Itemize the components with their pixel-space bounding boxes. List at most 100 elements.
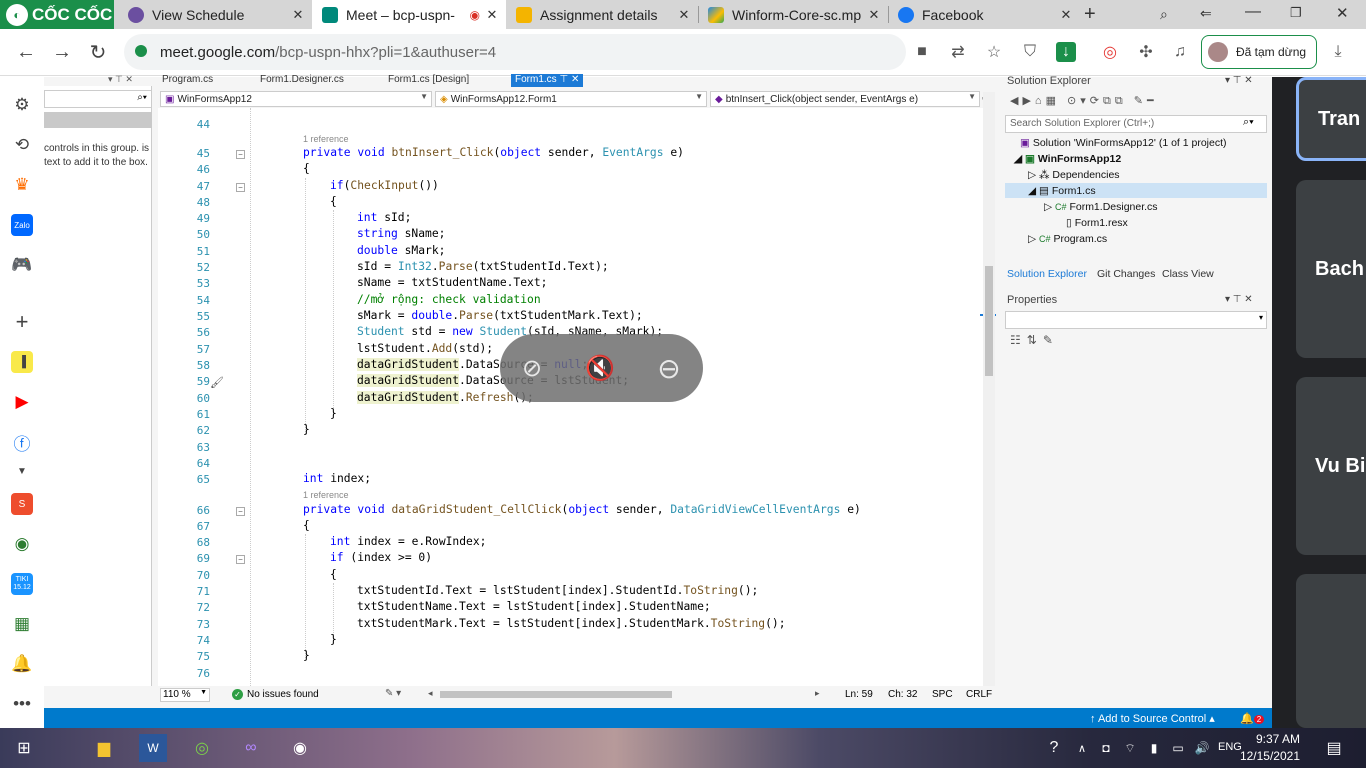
tab-form1-designer[interactable]: Form1.Designer.cs	[260, 74, 344, 87]
nav-project-dropdown[interactable]: ▣ WinFormsApp12 ▼	[160, 91, 432, 107]
tab-drive[interactable]: Winform-Core-sc.mp ✕	[698, 0, 888, 29]
shield-icon[interactable]: ⛉	[1020, 42, 1040, 62]
close-icon[interactable]: ✕	[676, 7, 692, 23]
brush-dropdown-icon[interactable]: ✎ ▾	[385, 688, 401, 699]
coccoc-taskbar-icon[interactable]: ◎	[188, 734, 216, 762]
coccoc-extension-icon[interactable]: ◎	[1100, 42, 1120, 62]
close-icon[interactable]: ✕	[484, 7, 500, 23]
coccoc-brand[interactable]: ◐ CỐC CỐC	[0, 0, 114, 29]
tree-program[interactable]: ▷ C# Program.cs	[1028, 233, 1107, 245]
facebook-side-icon[interactable]: ⓕ	[11, 431, 33, 454]
solution-toolbar-icons[interactable]: ◀▶⌂▦ ⊙▾⟳⧉⧉ ✎━	[1010, 94, 1158, 108]
tree-solution[interactable]: ▣ Solution 'WinFormsApp12' (1 of 1 proje…	[1020, 137, 1227, 149]
properties-sort-icons[interactable]: ☷⇅✎	[1010, 333, 1059, 347]
restore-icon[interactable]: ❐	[1290, 5, 1302, 21]
downloads-icon[interactable]: ⤓	[1328, 42, 1348, 62]
visual-studio-icon[interactable]: ∞	[237, 734, 265, 762]
panel-pin-close-icon[interactable]: ▾ ⊤ ✕	[1225, 294, 1253, 305]
tab-git-changes[interactable]: Git Changes	[1097, 268, 1155, 280]
toolbox-search-input[interactable]: ⌕▾	[44, 90, 152, 108]
back-history-icon[interactable]: ⇐	[1200, 5, 1212, 22]
volume-icon[interactable]: 🔊	[1188, 734, 1216, 762]
tab-view-schedule[interactable]: View Schedule ✕	[118, 0, 312, 29]
scroll-right-icon[interactable]: ▸	[815, 688, 820, 699]
crown-icon[interactable]: ♛	[11, 174, 33, 196]
fold-toggle-icon[interactable]: −	[236, 507, 245, 516]
tab-assignment[interactable]: Assignment details ✕	[506, 0, 698, 29]
mute-icon[interactable]: 🔇	[580, 348, 620, 388]
translate-icon[interactable]: ⇄	[948, 42, 968, 62]
editor-scroll-thumb[interactable]	[985, 266, 993, 376]
tab-class-view[interactable]: Class View	[1162, 268, 1214, 280]
nav-member-dropdown[interactable]: ◆ btnInsert_Click(object sender, EventArg…	[710, 91, 980, 107]
close-icon[interactable]: ✕	[866, 7, 882, 23]
notification-bell-icon[interactable]: 🔔	[11, 653, 33, 675]
more-icon[interactable]: •••	[11, 693, 33, 715]
chevron-down-icon[interactable]: ▼	[11, 460, 33, 482]
youtube-icon[interactable]: ▶	[11, 391, 33, 413]
codelens-reference[interactable]: 1 reference	[303, 490, 349, 500]
toolbox-pin-icon[interactable]: ▾ ⊤ ✕	[108, 74, 133, 85]
camera-icon[interactable]: ■	[912, 42, 932, 62]
action-center-icon[interactable]: ▤	[1320, 734, 1348, 762]
extensions-puzzle-icon[interactable]: ✣	[1136, 42, 1156, 62]
profile-paused-button[interactable]: Đã tạm dừng	[1201, 35, 1317, 69]
sheet-icon[interactable]: ▦	[11, 613, 33, 635]
participant-tile[interactable]: Bach	[1296, 180, 1366, 358]
playlist-icon[interactable]: ♫	[1170, 42, 1190, 62]
properties-object-dropdown[interactable]: ▾	[1005, 311, 1267, 329]
participant-tile[interactable]: Tran	[1296, 77, 1366, 161]
tiki-icon[interactable]: TIKI 15.12	[11, 573, 33, 595]
chrome-icon[interactable]: ◉	[286, 734, 314, 762]
panel-pin-close-icon[interactable]: ▾ ⊤ ✕	[1225, 75, 1253, 86]
file-explorer-icon[interactable]: ▆	[90, 734, 118, 762]
gamepad-icon[interactable]: 🎮	[11, 254, 33, 276]
participant-tile[interactable]: Vu Bi	[1296, 377, 1366, 555]
unpin-icon[interactable]: ⊘	[512, 348, 552, 388]
url-text[interactable]: meet.google.com/bcp-uspn-hhx?pli=1&authu…	[160, 44, 496, 61]
coccoc-map-icon[interactable]: ◉	[11, 533, 33, 555]
solution-search-input[interactable]: Search Solution Explorer (Ctrl+;)	[1005, 115, 1267, 133]
nav-class-dropdown[interactable]: ◈ WinFormsApp12.Form1 ▼	[435, 91, 707, 107]
shopee-icon[interactable]: S	[11, 493, 33, 515]
zalo-icon[interactable]: Zalo	[11, 214, 33, 236]
word-icon[interactable]: W	[139, 734, 167, 762]
tab-program-cs[interactable]: Program.cs	[162, 74, 213, 87]
tree-form1[interactable]: ◢ ▤ Form1.cs	[1028, 185, 1096, 197]
issues-status[interactable]: No issues found	[247, 689, 319, 700]
search-icon[interactable]: ⌕▾	[1243, 116, 1254, 129]
close-icon[interactable]: ✕	[290, 7, 306, 23]
download-green-icon[interactable]: ↓	[1056, 42, 1076, 62]
zoom-dropdown[interactable]: 110 % ▼	[160, 688, 210, 702]
add-icon[interactable]: +	[11, 309, 33, 334]
tree-form1-resx[interactable]: ▯ Form1.resx	[1066, 217, 1128, 229]
editor-vertical-scrollbar[interactable]	[983, 92, 995, 686]
history-icon[interactable]: ⟲	[11, 134, 33, 156]
tab-meet[interactable]: Meet – bcp-uspn- ◉ ✕	[312, 0, 506, 29]
secure-lock-icon[interactable]	[135, 45, 147, 57]
tab-search-icon[interactable]: ⌕	[1160, 6, 1168, 23]
editor-horizontal-scroll-thumb[interactable]	[440, 691, 672, 698]
add-to-source-control[interactable]: ↑ Add to Source Control ▴	[1090, 712, 1215, 725]
minimize-icon[interactable]: —	[1245, 3, 1261, 21]
tab-form1-cs[interactable]: Form1.cs ⊤ ✕	[511, 74, 584, 87]
tree-form1-designer[interactable]: ▷ C# Form1.Designer.cs	[1044, 201, 1158, 213]
tree-dependencies[interactable]: ▷ ⁂ Dependencies	[1028, 169, 1120, 181]
back-arrow-icon[interactable]: ←	[12, 38, 40, 66]
participant-tile[interactable]	[1296, 574, 1366, 728]
help-icon[interactable]: ?	[1040, 734, 1068, 762]
window-close-icon[interactable]: ✕	[1336, 4, 1349, 22]
codelens-reference[interactable]: 1 reference	[303, 134, 349, 144]
tab-facebook[interactable]: Facebook ✕	[888, 0, 1080, 29]
toolbox-selected-group[interactable]	[44, 112, 152, 128]
tab-form1-design[interactable]: Form1.cs [Design]	[388, 74, 469, 87]
notes-icon[interactable]: ▐	[11, 351, 33, 373]
settings-gear-icon[interactable]: ⚙	[11, 94, 33, 116]
forward-arrow-icon[interactable]: →	[48, 38, 76, 66]
fold-toggle-icon[interactable]: −	[236, 150, 245, 159]
reload-icon[interactable]: ↻	[84, 38, 112, 66]
remove-icon[interactable]: ⊖	[649, 348, 689, 388]
bookmark-star-icon[interactable]: ☆	[984, 42, 1004, 62]
new-tab-button[interactable]: +	[1084, 3, 1096, 26]
fold-toggle-icon[interactable]: −	[236, 555, 245, 564]
